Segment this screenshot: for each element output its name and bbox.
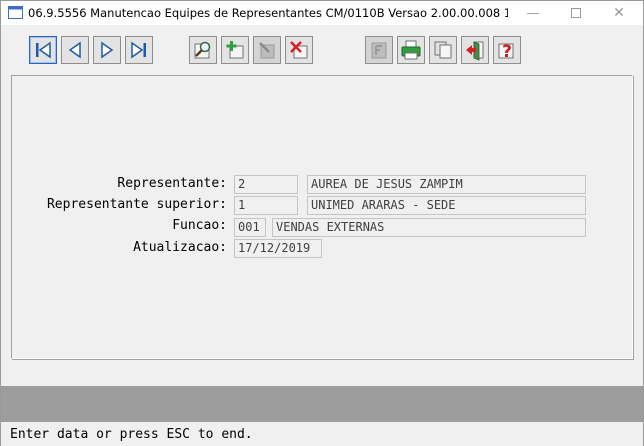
representante-name-field[interactable]: AUREA DE JESUS ZAMPIM	[307, 175, 586, 194]
add-icon	[226, 41, 244, 59]
print-button[interactable]	[397, 36, 425, 64]
svg-text:?: ?	[502, 42, 512, 61]
funcao-code-field[interactable]: 001	[234, 218, 266, 237]
form-panel	[11, 75, 633, 359]
help-button[interactable]: ?	[493, 36, 521, 64]
help-icon: ?	[498, 42, 514, 61]
window-title: 06.9.5556 Manutencao Equipes de Represen…	[28, 6, 508, 20]
copy-button[interactable]	[429, 36, 457, 64]
status-band	[1, 386, 643, 422]
delete-button[interactable]	[285, 36, 313, 64]
close-button[interactable]: ✕	[597, 1, 641, 25]
print-icon	[401, 40, 421, 60]
search-button[interactable]	[189, 36, 217, 64]
minimize-button[interactable]: —	[511, 1, 555, 25]
title-bar[interactable]: 06.9.5556 Manutencao Equipes de Represen…	[1, 1, 643, 25]
first-record-button[interactable]	[29, 36, 57, 64]
exit-button[interactable]	[461, 36, 489, 64]
funcao-name-field[interactable]: VENDAS EXTERNAS	[272, 218, 586, 237]
maximize-button[interactable]	[554, 1, 598, 25]
funcao-label: Funcao:	[172, 218, 227, 233]
copy-icon	[434, 41, 452, 59]
app-window: 06.9.5556 Manutencao Equipes de Represen…	[0, 0, 644, 446]
delete-icon	[290, 41, 308, 59]
toolbar: ?	[1, 25, 643, 73]
status-bar: Enter data or press ESC to end.	[1, 422, 643, 446]
atualizacao-label: Atualizacao:	[133, 240, 227, 255]
app-icon	[8, 6, 23, 19]
representante-code-field[interactable]: 2	[234, 175, 298, 194]
maximize-icon	[571, 8, 581, 18]
first-record-icon	[36, 41, 51, 59]
representante-superior-name-field[interactable]: UNIMED ARARAS - SEDE	[307, 196, 586, 215]
previous-record-button[interactable]	[61, 36, 89, 64]
exit-icon	[466, 41, 484, 61]
status-message: Enter data or press ESC to end.	[10, 427, 253, 442]
modify-button[interactable]	[253, 36, 281, 64]
next-record-icon	[101, 41, 114, 59]
filter-icon	[371, 42, 387, 59]
previous-record-icon	[68, 41, 81, 59]
modify-icon	[259, 42, 275, 59]
last-record-button[interactable]	[125, 36, 153, 64]
search-icon	[194, 41, 211, 59]
representante-superior-label: Representante superior:	[46, 197, 227, 212]
representante-label: Representante:	[117, 176, 227, 191]
representante-superior-code-field[interactable]: 1	[234, 196, 298, 215]
filter-button[interactable]	[365, 36, 393, 64]
last-record-icon	[131, 41, 146, 59]
next-record-button[interactable]	[93, 36, 121, 64]
add-button[interactable]	[221, 36, 249, 64]
atualizacao-field[interactable]: 17/12/2019	[234, 239, 322, 258]
